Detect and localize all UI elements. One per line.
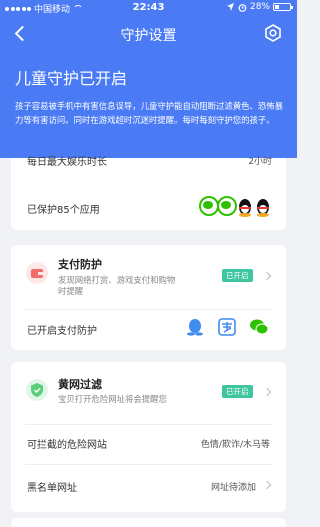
settings-button[interactable]: [263, 23, 283, 43]
payment-title: 支付防护: [58, 258, 102, 271]
wallet-icon: [26, 262, 48, 284]
wechat-icon: [199, 196, 219, 216]
header-banner: 中国移动 22:43 28% 守护设置 儿童守护已开启 孩子容易被手机中有害信息…: [0, 0, 297, 158]
web-filter-description: 宝贝打开危险网址将会提醒您: [58, 394, 167, 404]
payment-status-badge: 已开启: [222, 269, 253, 282]
qq-icon: [187, 319, 203, 336]
status-bar: 中国移动 22:43 28%: [0, 0, 297, 16]
web-filter-toggle-row[interactable]: 黄网过滤 宝贝打开危险网址将会提醒您 已开启: [11, 362, 286, 417]
payment-description: 发现网络打赏、游戏支付和购物时提醒: [58, 275, 176, 296]
chevron-right-icon: [262, 387, 272, 397]
blacklist-value: 网址待添加: [210, 483, 256, 493]
daily-limit-label: 每日最大娱乐时长: [27, 157, 107, 168]
web-filter-title: 黄网过滤: [58, 378, 102, 391]
app-icons-row[interactable]: [198, 195, 274, 217]
page-title: 守护设置: [120, 28, 177, 44]
daily-limit-value[interactable]: 2小时: [248, 154, 272, 167]
blockable-sites-value: 色情/欺诈/木马等: [200, 440, 270, 450]
navigation-bar: 守护设置: [0, 18, 297, 50]
wechat-pay-icon: [250, 319, 269, 335]
entertainment-card: 每日最大娱乐时长 2小时 已保护85个应用: [11, 157, 286, 230]
battery-percent: 28%: [249, 2, 270, 12]
next-card-edge: [11, 518, 286, 527]
location-icon: [226, 3, 234, 11]
gear-icon: [265, 24, 281, 42]
shield-icon: [26, 379, 48, 401]
blockable-sites-row[interactable]: 可拦截的危险网站 色情/欺诈/木马等: [11, 425, 286, 463]
web-filter-card: 黄网过滤 宝贝打开危险网址将会提醒您 已开启 可拦截的危险网站 色情/欺诈/木马…: [11, 362, 286, 512]
divider: [25, 309, 272, 310]
wechat-icon: [217, 196, 237, 216]
blockable-sites-label: 可拦截的危险网站: [27, 440, 107, 451]
protected-apps-label: 已保护85个应用: [27, 205, 100, 216]
battery-icon: [273, 3, 293, 11]
payment-enabled-label: 已开启支付防护: [27, 326, 97, 337]
payment-protection-card: 支付防护 发现网络打赏、游戏支付和购物时提醒 已开启 已开启支付防护: [11, 245, 286, 350]
blacklist-label: 黑名单网址: [27, 483, 77, 494]
protection-status-title: 儿童守护已开启: [15, 69, 128, 88]
web-filter-status-badge: 已开启: [222, 385, 253, 398]
chevron-right-icon: [262, 480, 272, 490]
chevron-right-icon: [262, 271, 272, 281]
alarm-icon: [238, 3, 247, 12]
status-right: 28%: [226, 2, 293, 12]
alipay-icon: [218, 318, 236, 336]
protection-description: 孩子容易被手机中有害信息误导，儿童守护能自动阻断过滤黄色、恐怖暴力等有害访问。同…: [15, 101, 283, 125]
blacklist-row[interactable]: 黑名单网址 网址待添加: [11, 465, 286, 505]
qq-icon: [257, 199, 269, 217]
qq-icon: [239, 199, 251, 217]
payment-protection-toggle-row[interactable]: 支付防护 发现网络打赏、游戏支付和购物时提醒 已开启: [11, 245, 286, 300]
